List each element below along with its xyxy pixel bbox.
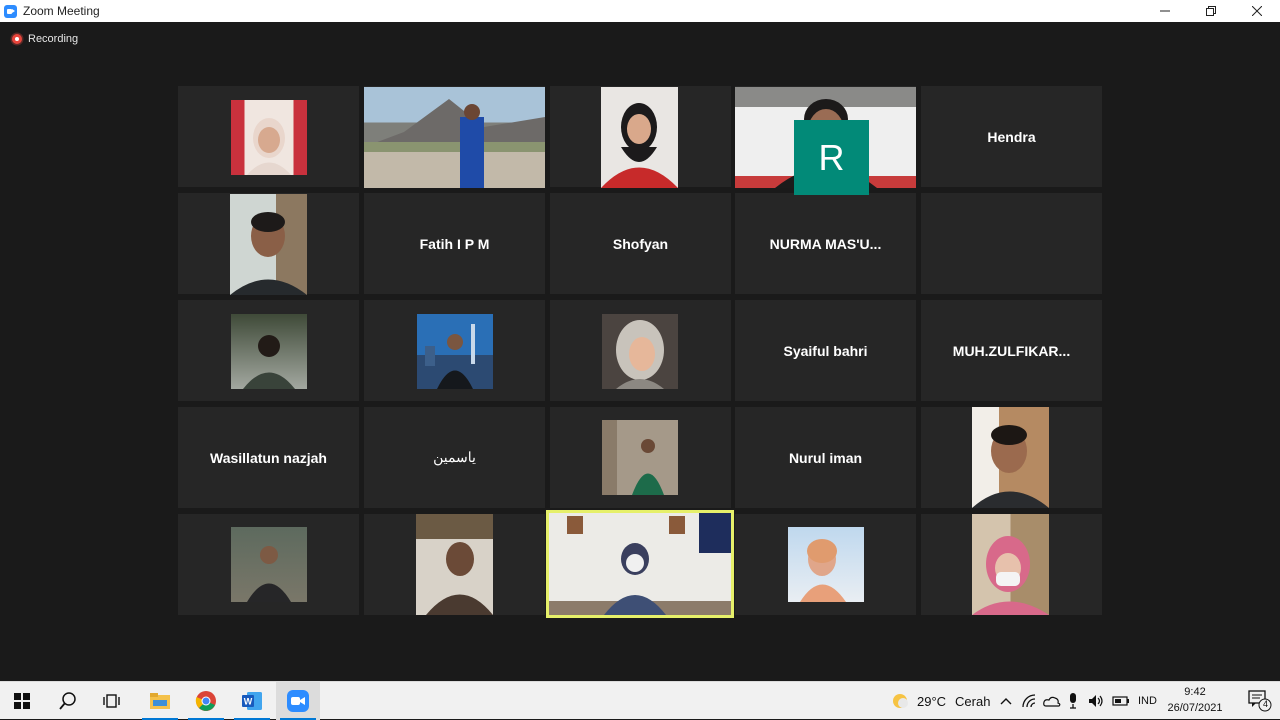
- clock-date: 26/07/2021: [1167, 702, 1223, 714]
- recording-indicator[interactable]: Recording: [12, 33, 78, 45]
- file-explorer-icon: [150, 693, 170, 709]
- chevron-up-icon: [1000, 698, 1012, 705]
- title-bar: Zoom Meeting: [0, 0, 1280, 22]
- avatar-letter: R: [818, 136, 845, 178]
- participant-tile[interactable]: Fatih I P M: [364, 193, 545, 294]
- word-icon: W: [242, 692, 262, 710]
- participant-video: [602, 420, 678, 495]
- window-title: Zoom Meeting: [23, 4, 100, 18]
- participant-tile[interactable]: Wasillatun nazjah: [178, 407, 359, 508]
- participant-name: Nurul iman: [788, 449, 863, 466]
- participant-video: [364, 87, 545, 188]
- zoom-button[interactable]: [276, 682, 320, 720]
- show-hidden-icons-button[interactable]: [1000, 682, 1012, 720]
- restore-button[interactable]: [1188, 0, 1234, 22]
- close-button[interactable]: [1234, 0, 1280, 22]
- restore-icon: [1206, 6, 1216, 16]
- weather-condition: Cerah: [955, 693, 991, 709]
- weather-sun-icon: [893, 694, 908, 708]
- taskbar: W 29°C Cerah IND 9:42 26/07/2021 4: [0, 681, 1280, 720]
- start-icon: [14, 693, 30, 709]
- participant-tile[interactable]: Nurul iman: [735, 407, 916, 508]
- participant-name: ياسمين: [433, 449, 476, 465]
- task-view-icon: [103, 694, 120, 708]
- close-icon: [1252, 6, 1262, 16]
- participant-tile[interactable]: Hendra: [921, 86, 1102, 187]
- participant-video: [230, 194, 307, 295]
- participant-video: [601, 87, 678, 188]
- participant-tile[interactable]: [921, 193, 1102, 294]
- participant-tile[interactable]: ياسمين: [364, 407, 545, 508]
- weather-widget[interactable]: 29°C Cerah: [890, 682, 990, 720]
- notification-count: 4: [1262, 699, 1268, 709]
- minimize-icon: [1160, 10, 1170, 12]
- minimize-button[interactable]: [1142, 0, 1188, 22]
- participant-avatar: R: [794, 120, 869, 195]
- start-button[interactable]: [0, 682, 44, 720]
- participant-tile[interactable]: NURMA MAS'U...: [735, 193, 916, 294]
- notification-center-button[interactable]: 4: [1248, 690, 1272, 712]
- participant-video: [231, 527, 307, 602]
- word-button[interactable]: W: [230, 682, 274, 720]
- participant-video: [416, 514, 493, 615]
- participant-video: [549, 513, 731, 615]
- participant-name: Wasillatun nazjah: [210, 449, 327, 466]
- weather-temp: 29°C: [917, 693, 947, 709]
- participant-video: [972, 407, 1049, 508]
- window-controls: [1142, 0, 1280, 22]
- battery-icon[interactable]: [1112, 682, 1130, 720]
- volume-icon[interactable]: [1088, 682, 1104, 720]
- participant-tile[interactable]: Syaiful bahri: [735, 300, 916, 401]
- recording-icon: [12, 34, 22, 44]
- participant-video: [231, 100, 307, 175]
- search-icon: [59, 692, 76, 710]
- clock[interactable]: 9:42 26/07/2021: [1164, 684, 1226, 716]
- language-indicator[interactable]: IND: [1138, 682, 1157, 720]
- network-icon[interactable]: [1022, 682, 1038, 720]
- participant-video: [788, 527, 864, 602]
- participant-name: Syaiful bahri: [783, 342, 868, 359]
- participant-video: [417, 314, 493, 389]
- svg-text:W: W: [244, 697, 253, 707]
- participant-name: Fatih I P M: [419, 235, 490, 252]
- participant-tile[interactable]: MUH.ZULFIKAR...: [921, 300, 1102, 401]
- microphone-icon[interactable]: [1068, 682, 1078, 720]
- participant-name: MUH.ZULFIKAR...: [952, 342, 1071, 359]
- file-explorer-button[interactable]: [138, 682, 182, 720]
- participant-video: [972, 514, 1049, 615]
- zoom-logo-icon: [4, 4, 17, 18]
- participant-name: Hendra: [987, 128, 1036, 145]
- participant-name: NURMA MAS'U...: [769, 235, 882, 252]
- participant-video: [602, 314, 678, 389]
- onedrive-cloud-icon[interactable]: [1043, 682, 1061, 720]
- search-button[interactable]: [46, 682, 90, 720]
- chrome-button[interactable]: [184, 682, 228, 720]
- task-view-button[interactable]: [90, 682, 134, 720]
- participant-name: Shofyan: [612, 235, 669, 252]
- clock-time: 9:42: [1184, 686, 1206, 698]
- participant-video: [231, 314, 307, 389]
- participant-tile[interactable]: Shofyan: [550, 193, 731, 294]
- zoom-icon: [287, 690, 309, 712]
- recording-label: Recording: [28, 33, 79, 45]
- chrome-icon: [195, 691, 216, 711]
